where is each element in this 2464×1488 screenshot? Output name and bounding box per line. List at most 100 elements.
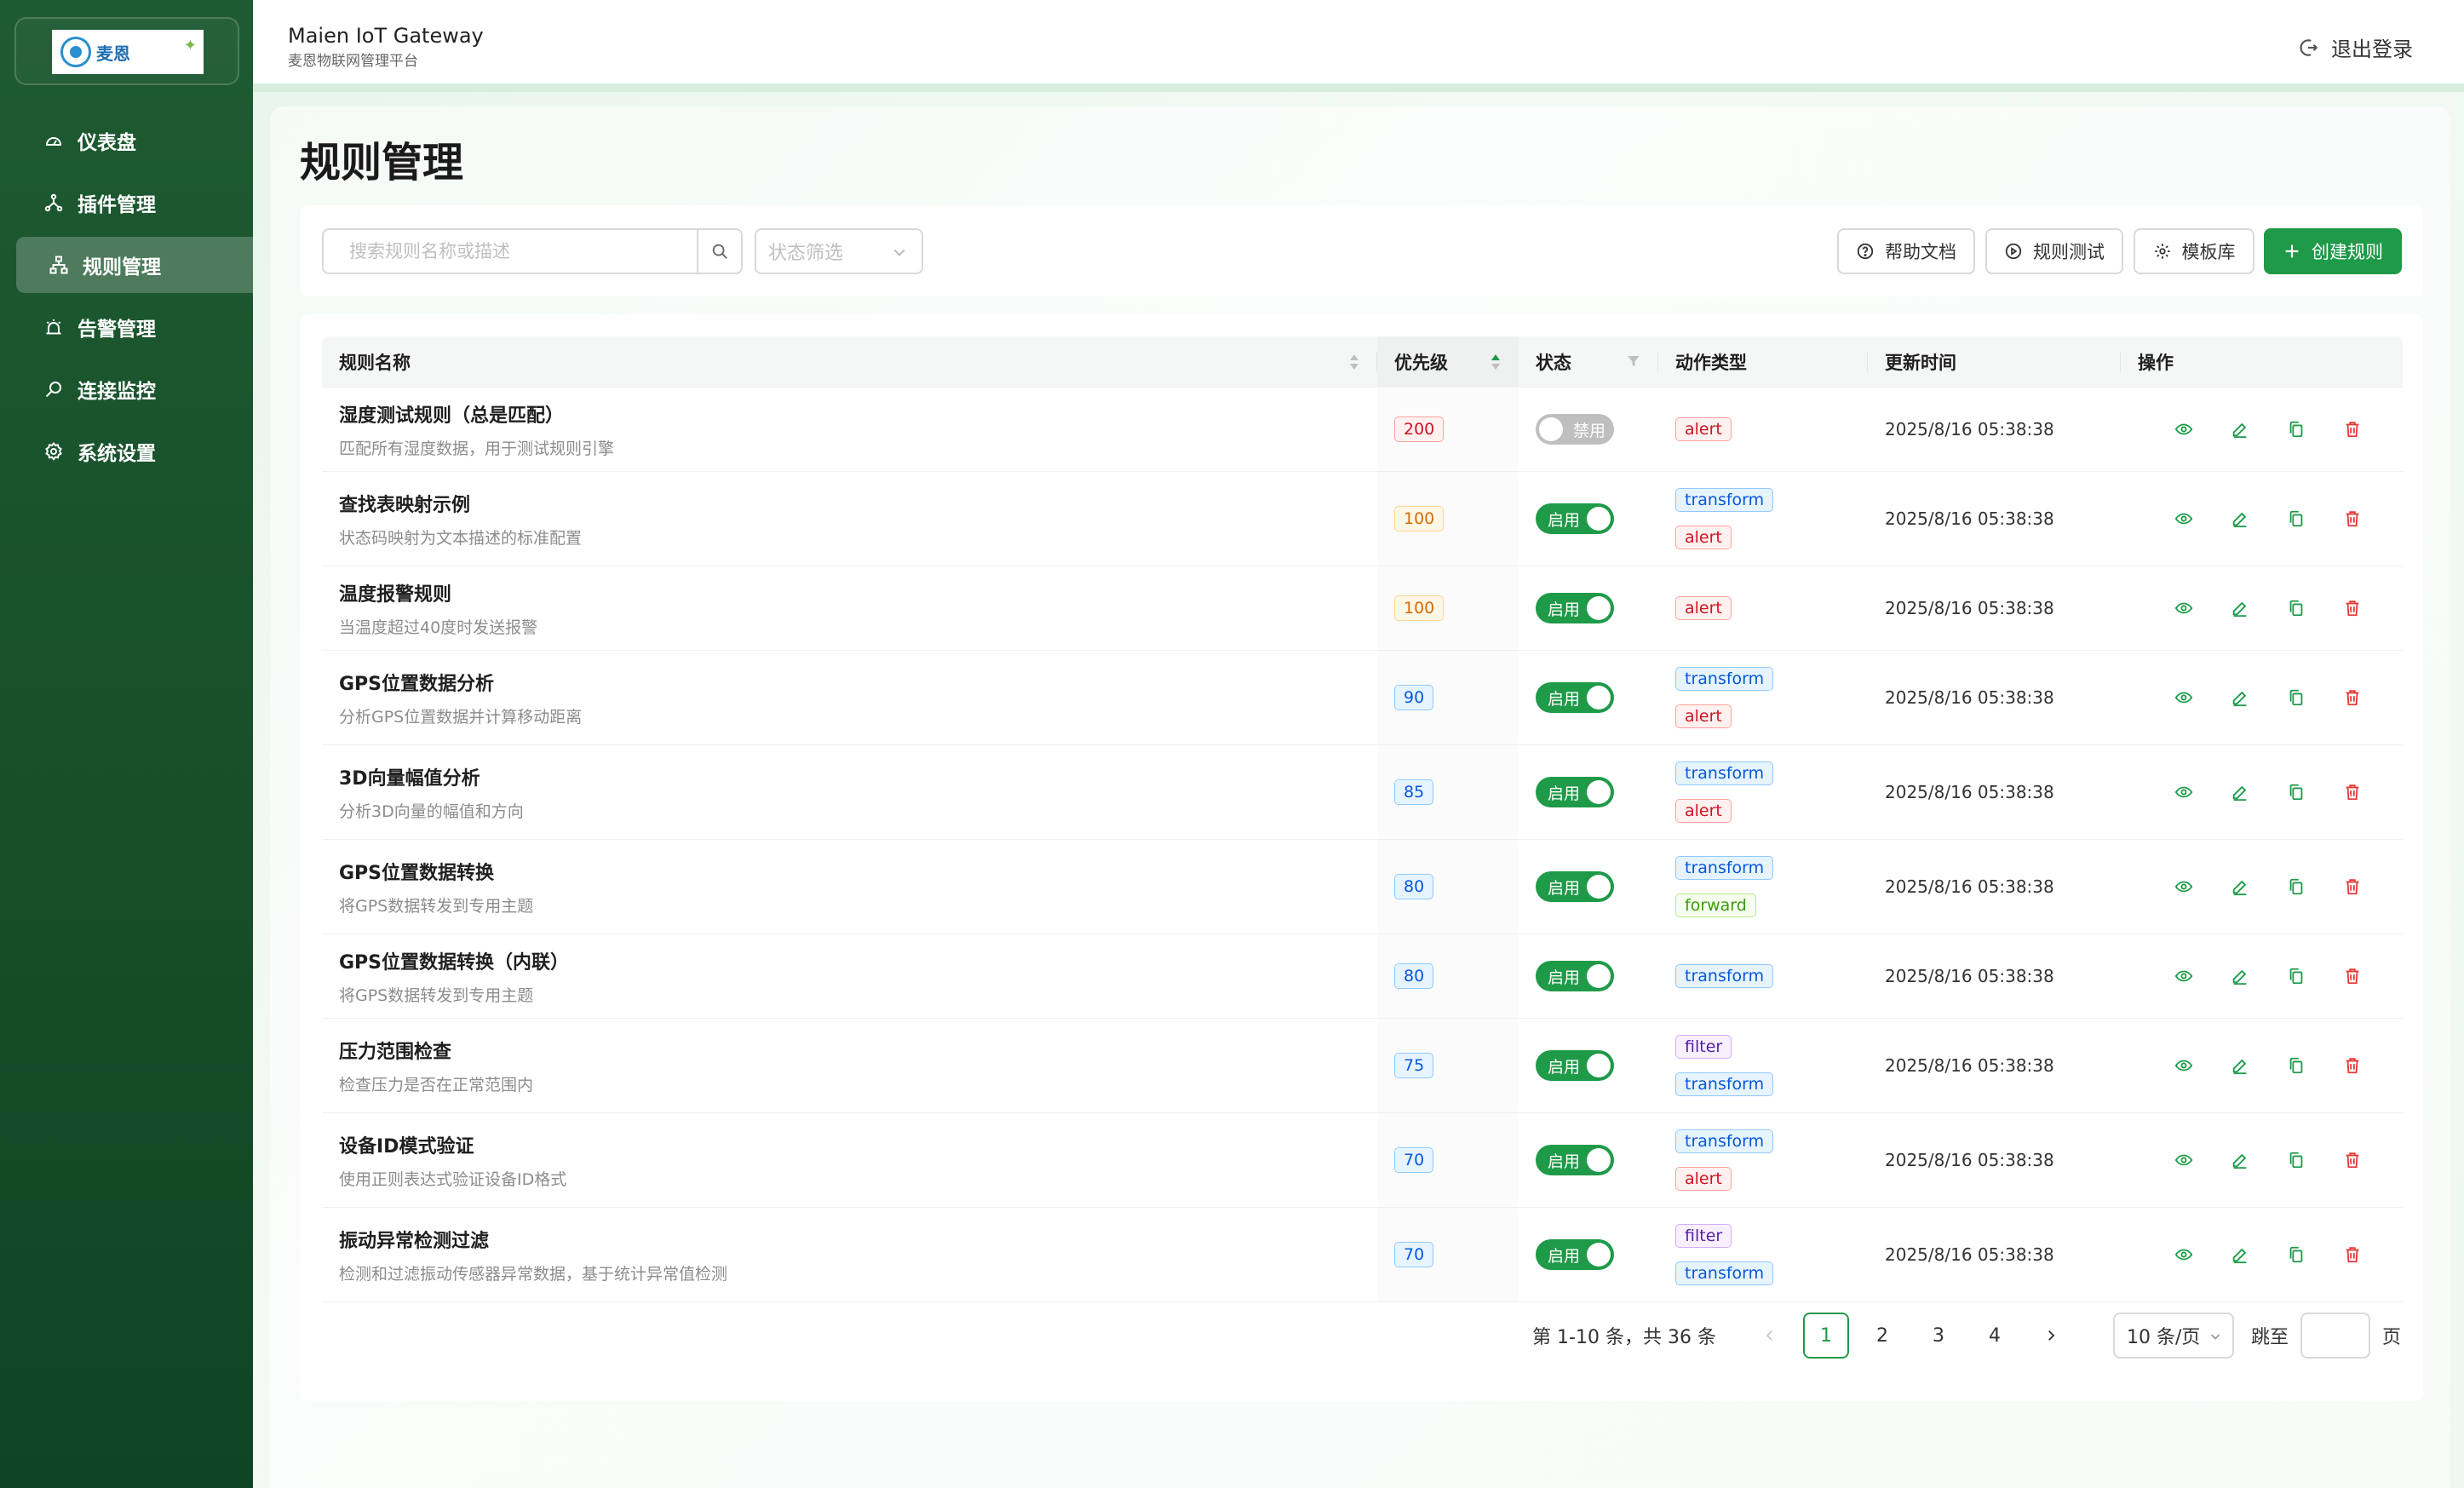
edit-icon[interactable] — [2231, 1056, 2249, 1075]
delete-icon[interactable] — [2343, 1245, 2362, 1264]
sort-icon[interactable] — [1490, 352, 1502, 372]
copy-icon[interactable] — [2287, 967, 2306, 985]
view-icon[interactable] — [2174, 509, 2193, 528]
view-icon[interactable] — [2174, 877, 2193, 896]
edit-icon[interactable] — [2231, 1151, 2249, 1169]
delete-icon[interactable] — [2343, 783, 2362, 801]
next-page-button[interactable] — [2028, 1313, 2074, 1359]
copy-icon[interactable] — [2287, 783, 2306, 801]
edit-icon[interactable] — [2231, 599, 2249, 618]
table-row[interactable]: GPS位置数据转换（内联） 将GPS数据转发到专用主题 80 启用 transform 2… — [322, 934, 2403, 1019]
status-toggle[interactable]: 启用 — [1536, 1239, 1614, 1270]
sidebar-item-2[interactable]: 规则管理 — [16, 237, 253, 293]
jump-page-input[interactable] — [2300, 1313, 2370, 1359]
table-row[interactable]: 压力范围检查 检查压力是否在正常范围内 75 启用 filter transform 202… — [322, 1019, 2403, 1113]
table-row[interactable]: 湿度测试规则（总是匹配） 匹配所有湿度数据，用于测试规则引擎 200 禁用 alert 2… — [322, 388, 2403, 472]
page-size-select[interactable]: 10 条/页 — [2112, 1313, 2234, 1359]
copy-icon[interactable] — [2287, 688, 2306, 707]
edit-icon[interactable] — [2231, 1245, 2249, 1264]
delete-icon[interactable] — [2343, 967, 2362, 985]
help-docs-button[interactable]: 帮助文档 — [1837, 228, 1975, 274]
status-toggle[interactable]: 启用 — [1536, 682, 1614, 713]
status-toggle[interactable]: 启用 — [1536, 871, 1614, 902]
action-tags: alert — [1675, 417, 1868, 441]
status-filter-select[interactable]: 状态筛选 — [755, 228, 923, 274]
status-toggle[interactable]: 禁用 — [1536, 414, 1614, 445]
table-row[interactable]: GPS位置数据转换 将GPS数据转发到专用主题 80 启用 transform forwa… — [322, 840, 2403, 934]
sidebar-item-4[interactable]: 连接监控 — [16, 361, 253, 417]
status-toggle[interactable]: 启用 — [1536, 1145, 1614, 1175]
table-row[interactable]: 振动异常检测过滤 检测和过滤振动传感器异常数据，基于统计异常值检测 70 启用 filt… — [322, 1208, 2403, 1302]
logo[interactable]: 麦恩 ✦ — [52, 30, 204, 74]
table-row[interactable]: GPS位置数据分析 分析GPS位置数据并计算移动距离 90 启用 transform al… — [322, 651, 2403, 745]
page-button-2[interactable]: 2 — [1859, 1313, 1905, 1359]
delete-icon[interactable] — [2343, 877, 2362, 896]
page-button-1[interactable]: 1 — [1802, 1313, 1849, 1359]
logout-button[interactable]: 退出登录 — [2297, 32, 2413, 62]
view-icon[interactable] — [2174, 967, 2193, 985]
prev-page-button[interactable] — [1747, 1313, 1793, 1359]
delete-icon[interactable] — [2343, 688, 2362, 707]
table-row[interactable]: 3D向量幅值分析 分析3D向量的幅值和方向 85 启用 transform alert 20… — [322, 745, 2403, 840]
view-icon[interactable] — [2174, 420, 2193, 439]
rule-test-button[interactable]: 规则测试 — [1985, 228, 2123, 274]
rule-name: 查找表映射示例 — [339, 494, 471, 516]
cell-rule-name: 3D向量幅值分析 分析3D向量的幅值和方向 — [322, 745, 1377, 839]
table-row[interactable]: 设备ID模式验证 使用正则表达式验证设备ID格式 70 启用 transform aler… — [322, 1113, 2403, 1208]
delete-icon[interactable] — [2343, 1151, 2362, 1169]
view-icon[interactable] — [2174, 1151, 2193, 1169]
delete-icon[interactable] — [2343, 599, 2362, 618]
create-rule-button[interactable]: 创建规则 — [2264, 228, 2402, 274]
sidebar-item-0[interactable]: 仪表盘 — [16, 112, 253, 169]
edit-icon[interactable] — [2231, 420, 2249, 439]
page-button-4[interactable]: 4 — [1972, 1313, 2018, 1359]
logout-icon — [2300, 38, 2318, 56]
copy-icon[interactable] — [2287, 877, 2306, 896]
edit-icon[interactable] — [2231, 877, 2249, 896]
status-toggle[interactable]: 启用 — [1536, 961, 1614, 991]
sort-icon[interactable] — [1348, 352, 1360, 372]
view-icon[interactable] — [2174, 688, 2193, 707]
view-icon[interactable] — [2174, 783, 2193, 801]
col-header-name[interactable]: 规则名称 — [322, 336, 1377, 387]
delete-icon[interactable] — [2343, 420, 2362, 439]
search-button[interactable] — [697, 230, 741, 273]
col-header-priority[interactable]: 优先级 — [1377, 336, 1519, 387]
search-input[interactable] — [324, 230, 697, 273]
status-toggle[interactable]: 启用 — [1536, 593, 1614, 623]
cell-ops — [2121, 1019, 2403, 1112]
status-toggle[interactable]: 启用 — [1536, 1050, 1614, 1081]
copy-icon[interactable] — [2287, 1151, 2306, 1169]
copy-icon[interactable] — [2287, 420, 2306, 439]
table-row[interactable]: 温度报警规则 当温度超过40度时发送报警 100 启用 alert 2025/8/16 0… — [322, 566, 2403, 651]
template-library-button[interactable]: 模板库 — [2134, 228, 2254, 274]
view-icon[interactable] — [2174, 1056, 2193, 1075]
cell-status: 启用 — [1519, 840, 1658, 934]
view-icon[interactable] — [2174, 599, 2193, 618]
sidebar-item-5[interactable]: 系统设置 — [16, 423, 253, 480]
delete-icon[interactable] — [2343, 509, 2362, 528]
col-header-status[interactable]: 状态 — [1519, 336, 1658, 387]
copy-icon[interactable] — [2287, 509, 2306, 528]
view-icon[interactable] — [2174, 1245, 2193, 1264]
delete-icon[interactable] — [2343, 1056, 2362, 1075]
edit-icon[interactable] — [2231, 509, 2249, 528]
status-toggle[interactable]: 启用 — [1536, 503, 1614, 534]
status-toggle[interactable]: 启用 — [1536, 777, 1614, 807]
edit-icon[interactable] — [2231, 688, 2249, 707]
sidebar-item-3[interactable]: 告警管理 — [16, 299, 253, 355]
chevron-right-icon — [2048, 1330, 2055, 1341]
sidebar-item-1[interactable]: 插件管理 — [16, 175, 253, 231]
page-button-3[interactable]: 3 — [1915, 1313, 1961, 1359]
filter-icon[interactable] — [1626, 353, 1641, 369]
template-library-label: 模板库 — [2181, 242, 2236, 262]
copy-icon[interactable] — [2287, 599, 2306, 618]
status-toggle-label: 启用 — [1548, 1152, 1581, 1171]
logo-text: 麦恩 — [96, 43, 130, 64]
copy-icon[interactable] — [2287, 1056, 2306, 1075]
edit-icon[interactable] — [2231, 783, 2249, 801]
edit-icon[interactable] — [2231, 967, 2249, 985]
page-numbers: 1234 — [1798, 1313, 2023, 1359]
table-row[interactable]: 查找表映射示例 状态码映射为文本描述的标准配置 100 启用 transform aler… — [322, 472, 2403, 566]
copy-icon[interactable] — [2287, 1245, 2306, 1264]
